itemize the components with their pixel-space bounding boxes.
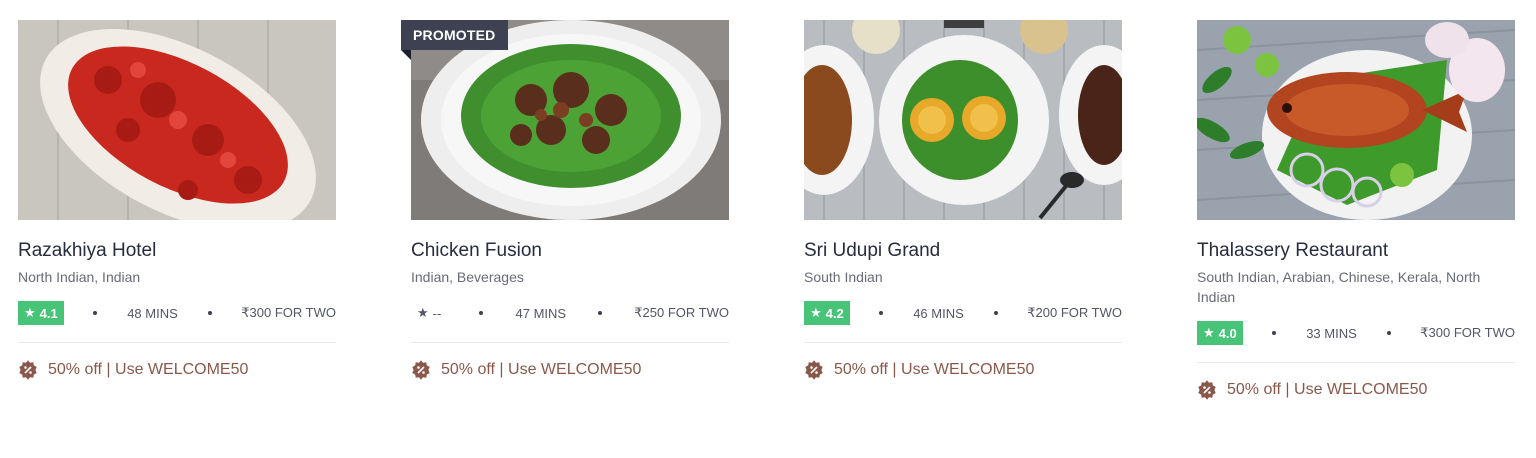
- separator-dot: [1272, 331, 1277, 335]
- separator-dot: [479, 311, 484, 315]
- offer-row: 50% off | Use WELCOME50: [18, 360, 336, 380]
- separator-dot: [93, 311, 98, 315]
- rating-badge: ★ 4.2: [804, 301, 850, 325]
- restaurant-name: Chicken Fusion: [411, 240, 542, 261]
- promoted-badge: PROMOTED: [401, 20, 508, 50]
- restaurant-cuisines: South Indian: [804, 269, 883, 285]
- separator-dot: [598, 311, 603, 315]
- offer-row: 50% off | Use WELCOME50: [411, 360, 729, 380]
- offer-text: 50% off | Use WELCOME50: [834, 361, 1035, 378]
- rating-badge: ★ 4.0: [1197, 321, 1243, 345]
- delivery-time: 46 MINS: [913, 305, 964, 321]
- cost-for-two: ₹200 FOR TWO: [1027, 305, 1122, 320]
- card-divider: [1197, 362, 1515, 363]
- restaurant-card[interactable]: Thalassery Restaurant South Indian, Arab…: [1197, 20, 1515, 400]
- separator-dot: [1386, 331, 1391, 335]
- offer-percent-icon: [412, 360, 430, 380]
- separator-dot: [207, 311, 212, 315]
- rating-value: 4.1: [39, 305, 58, 321]
- rating-value: --: [432, 305, 442, 321]
- restaurant-image: PROMOTED: [401, 20, 729, 220]
- star-icon: ★: [417, 305, 429, 320]
- star-icon: ★: [24, 305, 36, 320]
- offer-percent-icon: [1198, 380, 1216, 400]
- restaurant-card[interactable]: Razakhiya Hotel North Indian, Indian ★ 4…: [18, 20, 336, 380]
- restaurant-meta: ★ -- 47 MINS ₹250 FOR TWO: [411, 301, 729, 325]
- restaurant-cuisines: North Indian, Indian: [18, 269, 141, 285]
- promoted-badge-fold: [401, 50, 411, 60]
- restaurant-cuisines: South Indian, Arabian, Chinese, Kerala, …: [1197, 269, 1481, 305]
- restaurant-card[interactable]: Sri Udupi Grand South Indian ★ 4.2 46 MI…: [804, 20, 1122, 380]
- restaurant-name: Razakhiya Hotel: [18, 240, 157, 261]
- card-divider: [18, 342, 336, 343]
- offer-percent-icon: [805, 360, 823, 380]
- restaurant-name: Thalassery Restaurant: [1197, 240, 1389, 261]
- rating-value: 4.0: [1218, 325, 1237, 341]
- restaurant-name: Sri Udupi Grand: [804, 240, 941, 261]
- restaurant-image: [1197, 20, 1515, 220]
- offer-text: 50% off | Use WELCOME50: [48, 361, 249, 378]
- cost-for-two: ₹300 FOR TWO: [241, 305, 336, 320]
- delivery-time: 33 MINS: [1306, 325, 1357, 341]
- star-icon: ★: [810, 305, 822, 320]
- offer-row: 50% off | Use WELCOME50: [804, 360, 1122, 380]
- rating-value: 4.2: [825, 305, 844, 321]
- star-icon: ★: [1203, 325, 1215, 340]
- restaurant-meta: ★ 4.0 33 MINS ₹300 FOR TWO: [1197, 321, 1515, 345]
- offer-row: 50% off | Use WELCOME50: [1197, 380, 1515, 400]
- restaurant-card[interactable]: PROMOTED Chicken Fusion Indian, Beverage…: [401, 20, 729, 380]
- separator-dot: [993, 311, 998, 315]
- delivery-time: 47 MINS: [515, 305, 567, 321]
- rating-badge: ★ --: [411, 301, 447, 325]
- offer-text: 50% off | Use WELCOME50: [1227, 381, 1428, 398]
- cost-for-two: ₹300 FOR TWO: [1420, 325, 1515, 340]
- rating-badge: ★ 4.1: [18, 301, 64, 325]
- restaurant-cuisines: Indian, Beverages: [411, 269, 524, 285]
- restaurant-meta: ★ 4.1 48 MINS ₹300 FOR TWO: [18, 301, 336, 325]
- restaurant-image: [804, 20, 1122, 220]
- separator-dot: [879, 311, 884, 315]
- restaurant-image: [18, 20, 336, 220]
- offer-percent-icon: [19, 360, 37, 380]
- offer-text: 50% off | Use WELCOME50: [441, 361, 642, 378]
- card-divider: [804, 342, 1122, 343]
- delivery-time: 48 MINS: [127, 305, 178, 321]
- card-divider: [411, 342, 729, 343]
- restaurant-meta: ★ 4.2 46 MINS ₹200 FOR TWO: [804, 301, 1122, 325]
- cost-for-two: ₹250 FOR TWO: [634, 305, 729, 320]
